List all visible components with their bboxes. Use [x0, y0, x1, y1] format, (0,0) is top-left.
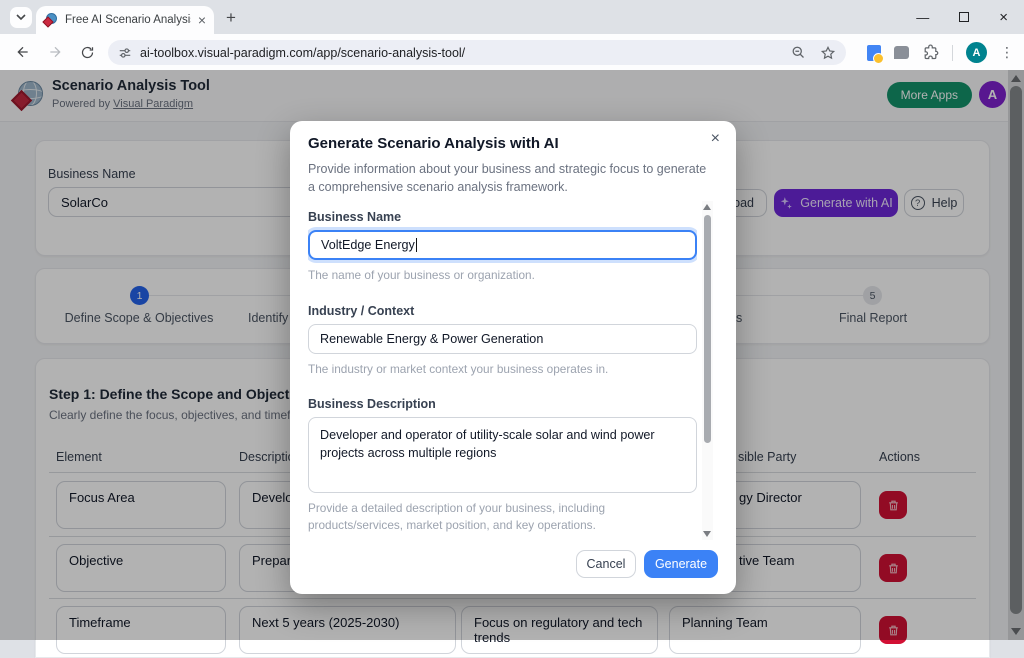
cancel-button[interactable]: Cancel	[576, 550, 636, 578]
modal-industry-input[interactable]: Renewable Energy & Power Generation	[308, 323, 697, 354]
modal-close-icon[interactable]: ×	[711, 130, 720, 148]
site-favicon-icon	[42, 13, 58, 28]
bookmark-star-icon[interactable]	[820, 45, 836, 61]
modal-description-textarea[interactable]: Developer and operator of utility-scale …	[308, 417, 697, 494]
reload-icon	[81, 46, 93, 58]
chevron-down-icon	[16, 14, 26, 21]
forward-button[interactable]	[44, 41, 66, 63]
modal-industry-label: Industry / Context	[308, 303, 415, 318]
window-minimize-button[interactable]: —	[916, 10, 929, 25]
text-caret	[415, 238, 417, 252]
modal-scroll-down-icon[interactable]	[703, 531, 711, 537]
window-close-button[interactable]: ×	[999, 9, 1008, 26]
modal-business-name-label: Business Name	[308, 210, 402, 224]
window-maximize-button[interactable]	[959, 12, 970, 22]
new-tab-button[interactable]: +	[226, 8, 236, 28]
tab-strip-chevron-button[interactable]	[10, 7, 32, 28]
modal-description-helper: Provide a detailed description of your b…	[308, 501, 606, 532]
back-button[interactable]	[12, 41, 34, 63]
browser-menu-button[interactable]: ⋮	[1000, 44, 1014, 61]
modal-business-name-input[interactable]: VoltEdge Energy	[308, 230, 697, 260]
save-page-icon[interactable]	[867, 44, 884, 64]
modal-description-label: Business Description	[308, 397, 436, 412]
modal-scrollbar-thumb[interactable]	[704, 215, 711, 443]
modal-subtitle: Provide information about your business …	[308, 162, 707, 195]
browser-profile-avatar[interactable]: A	[966, 42, 987, 63]
modal-business-name-helper: The name of your business or organizatio…	[308, 268, 535, 282]
url-bar[interactable]: ai-toolbox.visual-paradigm.com/app/scena…	[108, 40, 846, 65]
generate-button[interactable]: Generate	[644, 550, 718, 578]
modal-form-scroll-area: Business Name VoltEdge Energy The name o…	[308, 200, 697, 540]
toolbar-divider	[952, 44, 953, 61]
site-settings-tune-icon	[119, 47, 131, 58]
browser-tab[interactable]: Free AI Scenario Analysis Tool - ×	[36, 6, 214, 34]
generate-ai-modal: × Generate Scenario Analysis with AI Pro…	[290, 121, 736, 594]
forward-arrow-icon	[50, 46, 61, 58]
modal-scroll-up-icon[interactable]	[703, 204, 711, 210]
tab-title: Free AI Scenario Analysis Tool -	[65, 14, 191, 26]
modal-industry-helper: The industry or market context your busi…	[308, 361, 609, 376]
modal-title: Generate Scenario Analysis with AI	[308, 135, 559, 152]
notification-bubble-icon[interactable]	[894, 46, 909, 59]
browser-tab-strip: Free AI Scenario Analysis Tool - × + — ×	[0, 0, 1024, 34]
reload-button[interactable]	[76, 41, 98, 63]
back-arrow-icon	[17, 46, 28, 58]
tab-close-icon[interactable]: ×	[198, 13, 206, 27]
zoom-icon[interactable]	[791, 45, 806, 60]
modal-scrollbar[interactable]	[702, 201, 713, 540]
browser-toolbar: ai-toolbox.visual-paradigm.com/app/scena…	[0, 34, 1024, 70]
extensions-puzzle-icon[interactable]	[922, 44, 939, 61]
url-text[interactable]: ai-toolbox.visual-paradigm.com/app/scena…	[140, 46, 783, 60]
